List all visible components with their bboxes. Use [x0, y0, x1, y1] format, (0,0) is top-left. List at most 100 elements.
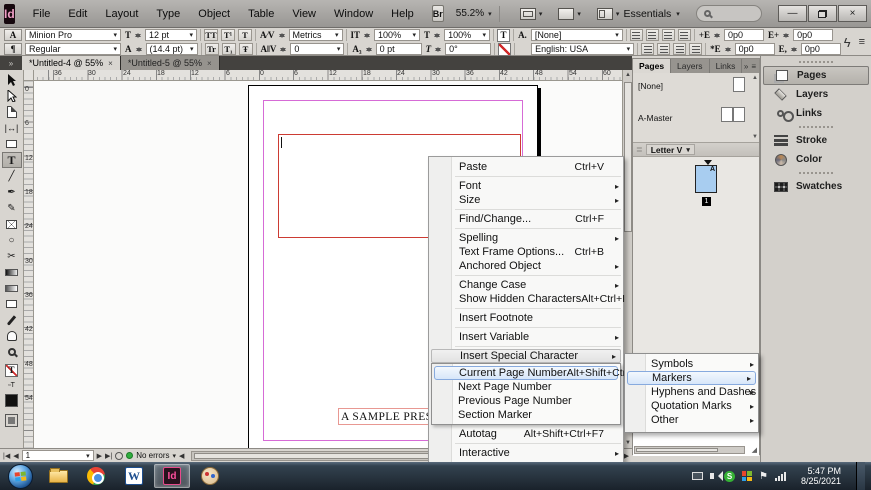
menu-item-insert-variable[interactable]: Insert Variable ▸: [429, 330, 623, 344]
baseline-shift-stepper[interactable]: [365, 44, 373, 55]
scroll-down-icon[interactable]: ▼: [752, 134, 758, 140]
previous-page-button[interactable]: ◀: [13, 452, 18, 460]
tray-colored-icon[interactable]: [741, 471, 752, 481]
network-signal-icon[interactable]: [774, 471, 786, 481]
language-field[interactable]: English: USA ▾: [531, 43, 635, 55]
next-page-button[interactable]: ▶: [97, 452, 102, 460]
menu-item-find-change[interactable]: Find/Change... Ctrl+F: [429, 212, 623, 226]
menu-item-current-page-number[interactable]: Current Page Number Alt+Shift+Ctrl+N: [434, 366, 642, 380]
line-tool[interactable]: ╱: [2, 168, 22, 184]
direct-selection-tool[interactable]: [2, 88, 22, 104]
font-family-field[interactable]: Minion Pro ▾: [25, 29, 121, 41]
font-size-field[interactable]: 12 pt ▾: [145, 29, 198, 41]
page-1-thumbnail[interactable]: A: [695, 160, 717, 193]
align-center-button[interactable]: [645, 29, 659, 41]
menu-edit[interactable]: Edit: [60, 5, 95, 23]
space-after-stepper[interactable]: [790, 44, 798, 55]
menu-item-paste[interactable]: Paste Ctrl+V: [429, 160, 623, 174]
menu-file[interactable]: File: [25, 5, 59, 23]
justify-center-button[interactable]: [657, 43, 671, 55]
restore-button[interactable]: [808, 5, 837, 22]
pen-tool[interactable]: ✒: [2, 184, 22, 200]
zoom-tool[interactable]: [2, 344, 22, 360]
tracking-field[interactable]: 0 ▾: [290, 43, 345, 55]
selection-tool[interactable]: [2, 72, 22, 88]
menu-item-other[interactable]: Other ▸: [625, 413, 758, 427]
document-tab-untitled5[interactable]: *Untitled-5 @ 55% ×: [120, 56, 220, 70]
workspace-switcher[interactable]: Essentials ▾: [623, 8, 679, 20]
pencil-tool[interactable]: ✎: [2, 200, 22, 216]
superscript-button[interactable]: T¹: [221, 29, 236, 41]
dock-item-swatches[interactable]: Swatches: [763, 177, 869, 196]
menu-item-previous-page-number[interactable]: Previous Page Number: [432, 394, 620, 408]
taskbar-word-button[interactable]: W: [116, 464, 152, 488]
first-line-indent-stepper[interactable]: [724, 44, 732, 55]
menu-item-section-marker[interactable]: Section Marker: [432, 408, 620, 422]
text-color-chip[interactable]: T: [497, 28, 511, 42]
page-size-dropdown[interactable]: Letter V ▾: [645, 144, 695, 155]
vertical-ruler[interactable]: 0 6 12 18 24 30 36 42 48 54: [24, 81, 34, 448]
taskbar-chrome-button[interactable]: [78, 464, 114, 488]
toolbox-collapse-button[interactable]: »: [0, 56, 22, 70]
scroll-right-icon[interactable]: ▶: [624, 452, 629, 460]
panel-horizontal-scrollbar[interactable]: [634, 446, 745, 454]
tray-app-icon[interactable]: S: [723, 470, 735, 482]
taskbar-paint-button[interactable]: [192, 464, 228, 488]
small-caps-button[interactable]: Tr: [204, 43, 219, 55]
justify-left-button[interactable]: [641, 43, 655, 55]
view-options-dropdown[interactable]: ▾: [519, 7, 542, 20]
align-right-button[interactable]: [661, 29, 675, 41]
rectangle-frame-tool[interactable]: [2, 216, 22, 232]
hand-tool[interactable]: [2, 328, 22, 344]
last-page-button[interactable]: ▶|: [105, 452, 112, 460]
panel-resize-grip[interactable]: ◢: [752, 446, 757, 454]
tracking-stepper[interactable]: [280, 44, 287, 55]
preview-mode-button[interactable]: [2, 410, 22, 430]
content-collector-tool[interactable]: [2, 136, 22, 152]
vertical-scale-field[interactable]: 100% ▾: [374, 29, 421, 41]
gap-tool[interactable]: |↔|: [2, 120, 22, 136]
font-size-stepper[interactable]: [135, 30, 142, 41]
fill-stroke-swatches[interactable]: T: [2, 360, 22, 380]
dock-item-pages[interactable]: Pages: [763, 66, 869, 85]
page-tool[interactable]: [2, 104, 22, 120]
dock-item-links[interactable]: Links: [763, 104, 869, 123]
space-after-field[interactable]: 0p0: [800, 43, 841, 55]
search-input[interactable]: [695, 5, 762, 22]
gradient-feather-tool[interactable]: [2, 280, 22, 296]
menu-item-font[interactable]: Font ▸: [429, 179, 623, 193]
panel-menu-icon[interactable]: ≡: [751, 62, 756, 71]
show-desktop-button[interactable]: [856, 462, 865, 490]
dock-group-grip[interactable]: [761, 123, 871, 131]
zoom-level-dropdown[interactable]: 55.2% ▾: [456, 8, 492, 19]
menu-item-insert-footnote[interactable]: Insert Footnote: [429, 311, 623, 325]
skew-stepper[interactable]: [435, 44, 442, 55]
kerning-field[interactable]: Metrics ▾: [288, 29, 343, 41]
taskbar-explorer-button[interactable]: [40, 464, 76, 488]
subscript-button[interactable]: T₁: [221, 43, 236, 55]
menu-item-change-case[interactable]: Change Case ▸: [429, 278, 623, 292]
indent-right-stepper[interactable]: [783, 30, 790, 41]
tab-links[interactable]: Links: [710, 59, 743, 73]
start-button[interactable]: [8, 463, 33, 489]
menu-window[interactable]: Window: [326, 5, 381, 23]
baseline-shift-field[interactable]: 0 pt: [375, 43, 422, 55]
master-item-none[interactable]: [None]: [638, 81, 663, 91]
menu-table[interactable]: Table: [240, 5, 282, 23]
collapse-panel-icon[interactable]: »: [744, 62, 748, 71]
bridge-button[interactable]: Br: [431, 5, 444, 22]
eyedropper-tool[interactable]: [2, 312, 22, 328]
align-left-button[interactable]: [629, 29, 643, 41]
menu-item-spelling[interactable]: Spelling ▸: [429, 231, 623, 245]
horizontal-scale-stepper[interactable]: [434, 30, 441, 41]
menu-item-next-page-number[interactable]: Next Page Number: [432, 380, 620, 394]
menu-view[interactable]: View: [284, 5, 324, 23]
font-style-field[interactable]: Regular ▾: [25, 43, 121, 55]
dock-item-color[interactable]: Color: [763, 150, 869, 169]
vertical-scale-stepper[interactable]: [364, 30, 371, 41]
all-caps-button[interactable]: TT: [204, 29, 219, 41]
sample-text[interactable]: A SAMPLE PRES: [339, 411, 432, 423]
preflight-icon[interactable]: [115, 451, 124, 460]
close-tab-icon[interactable]: ×: [207, 59, 212, 68]
kerning-stepper[interactable]: [278, 30, 286, 41]
